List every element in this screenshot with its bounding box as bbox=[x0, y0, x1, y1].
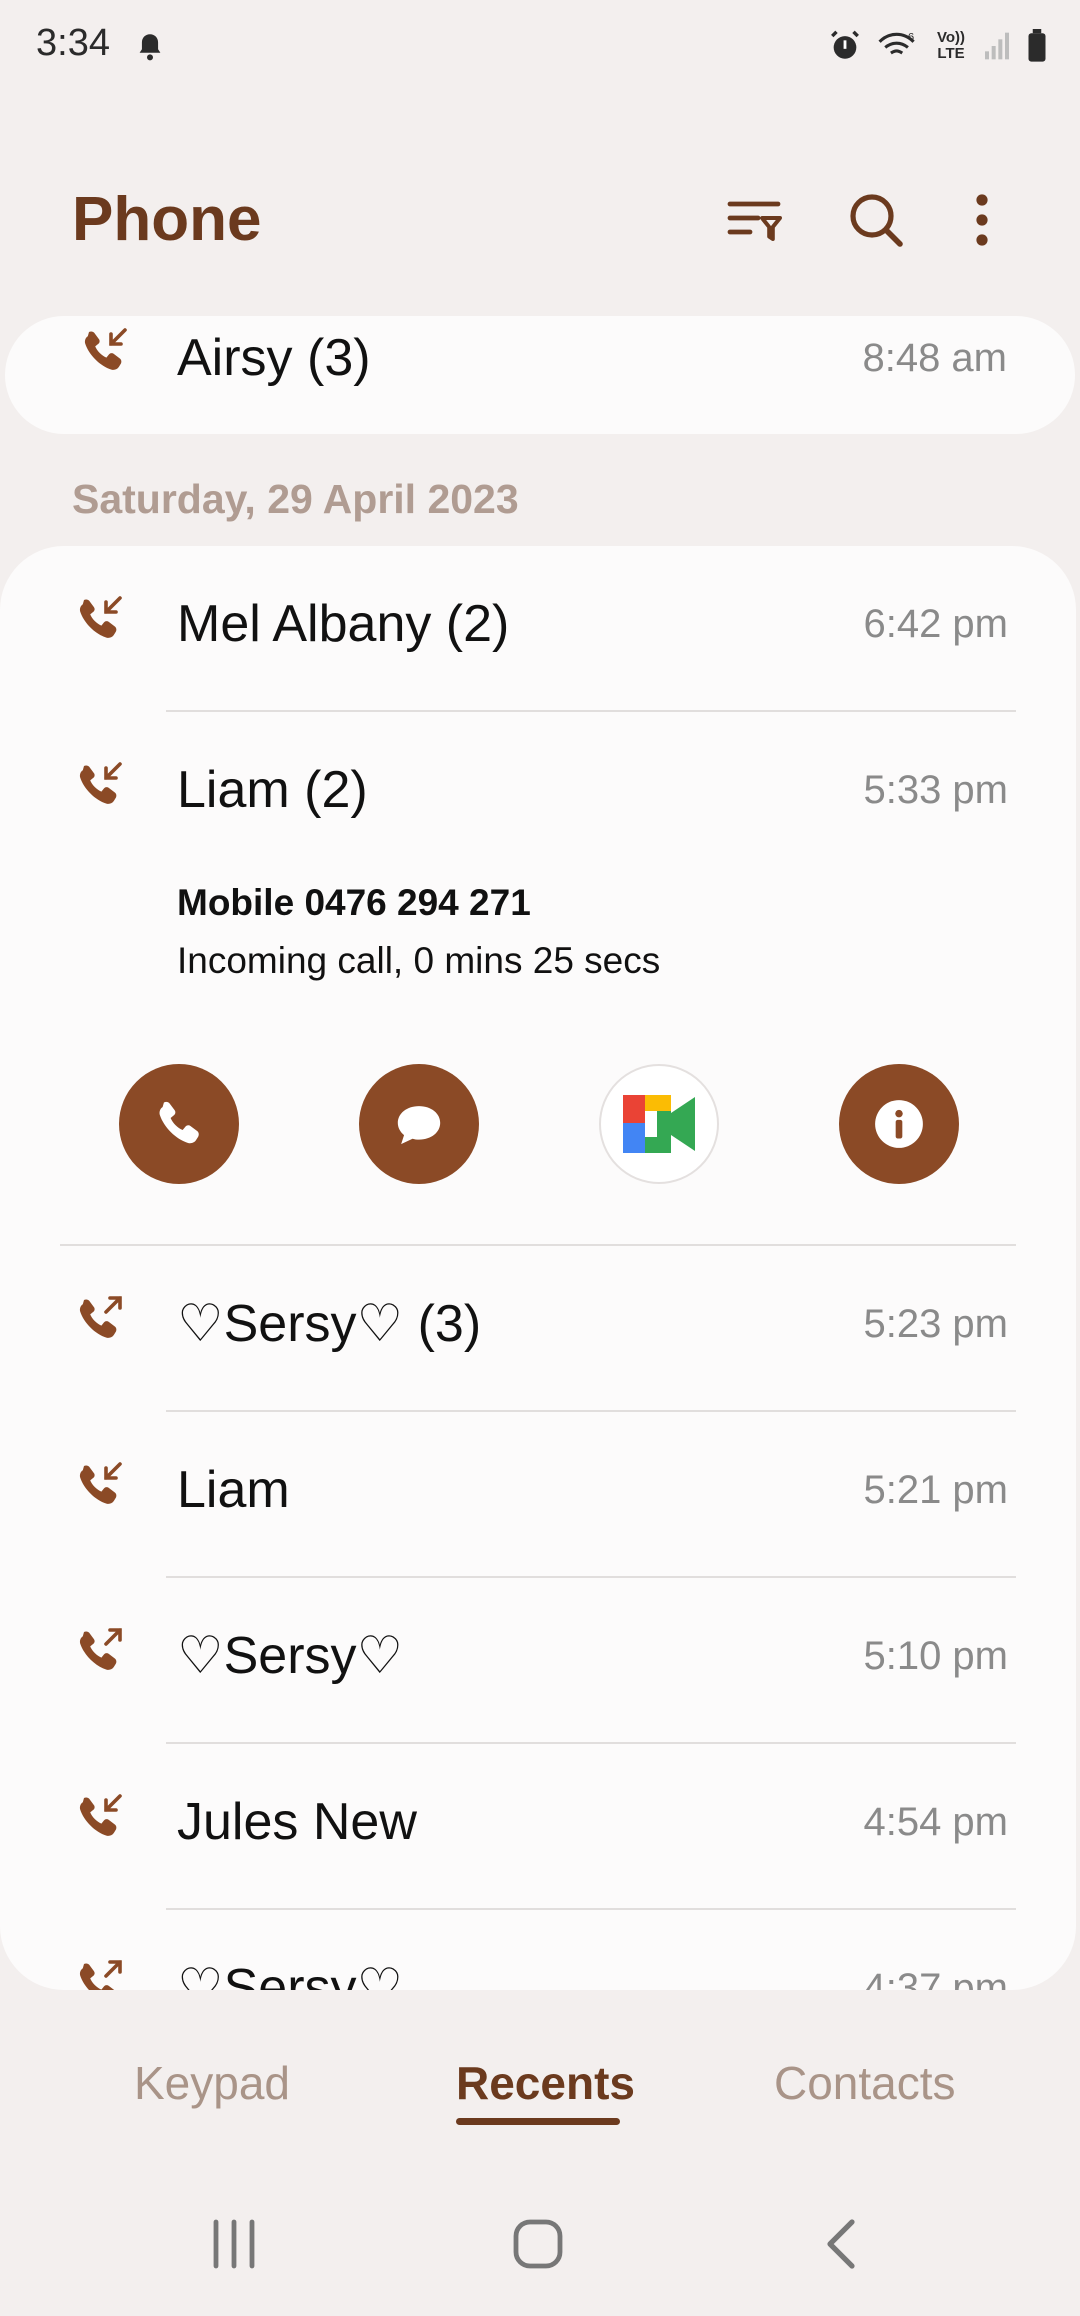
call-time: 5:10 pm bbox=[863, 1634, 1008, 1678]
info-button[interactable] bbox=[839, 1064, 959, 1184]
list-item[interactable]: ♡Sersy♡ 5:10 pm bbox=[0, 1578, 1076, 1744]
outgoing-call-icon bbox=[79, 1296, 122, 1338]
phone-number: Mobile 0476 294 271 bbox=[177, 882, 531, 923]
outgoing-call-icon bbox=[79, 1628, 122, 1670]
home-icon[interactable] bbox=[510, 2216, 566, 2272]
phone-icon bbox=[159, 1101, 199, 1144]
date-header: Saturday, 29 April 2023 bbox=[72, 476, 519, 522]
tab-recents[interactable]: Recents bbox=[456, 2056, 635, 2110]
list-item[interactable]: Liam 5:21 pm bbox=[0, 1412, 1076, 1578]
search-icon[interactable] bbox=[846, 190, 906, 250]
active-tab-indicator bbox=[456, 2118, 620, 2125]
call-time: 5:21 pm bbox=[863, 1468, 1008, 1512]
contact-name: Liam (2) bbox=[177, 761, 368, 819]
notification-bell-icon bbox=[139, 34, 161, 61]
recent-calls-list: Mel Albany (2) 6:42 pm Liam (2) 5:33 pm … bbox=[0, 546, 1076, 1990]
list-item[interactable]: Mel Albany (2) 6:42 pm bbox=[0, 546, 1076, 712]
status-time: 3:34 bbox=[36, 22, 110, 64]
call-button[interactable] bbox=[119, 1064, 239, 1184]
contact-name: ♡Sersy♡ bbox=[177, 1959, 404, 1990]
list-item[interactable]: ♡Sersy♡ (3) 5:23 pm bbox=[0, 1246, 1076, 1412]
recent-call-card[interactable]: Airsy (3) 8:48 am bbox=[5, 316, 1075, 434]
contact-name: ♡Sersy♡ (3) bbox=[177, 1295, 482, 1353]
network-label: Vo)) LTE bbox=[936, 29, 966, 62]
alarm-icon bbox=[831, 30, 859, 59]
contact-name: Liam bbox=[177, 1461, 290, 1519]
recent-apps-icon[interactable] bbox=[208, 2216, 260, 2272]
google-meet-icon bbox=[623, 1095, 695, 1153]
incoming-call-icon bbox=[79, 596, 122, 638]
incoming-call-icon bbox=[84, 328, 127, 370]
list-item-expanded[interactable]: Liam (2) 5:33 pm Mobile 0476 294 271 Inc… bbox=[0, 712, 1076, 1246]
info-icon bbox=[875, 1100, 923, 1148]
tab-contacts[interactable]: Contacts bbox=[774, 2056, 956, 2110]
battery-icon bbox=[1028, 29, 1046, 62]
call-time: 6:42 pm bbox=[863, 602, 1008, 646]
call-time: 8:48 am bbox=[862, 336, 1007, 380]
contact-name: ♡Sersy♡ bbox=[177, 1627, 404, 1685]
filter-icon[interactable] bbox=[724, 190, 784, 250]
contact-name: Jules New bbox=[177, 1793, 417, 1851]
page-title: Phone bbox=[72, 185, 262, 254]
more-options-icon[interactable] bbox=[952, 190, 1012, 250]
call-time: 4:54 pm bbox=[863, 1800, 1008, 1844]
call-time: 5:33 pm bbox=[863, 768, 1008, 812]
contact-name: Mel Albany (2) bbox=[177, 595, 510, 653]
status-icons: 6 Vo)) LTE bbox=[828, 26, 1048, 66]
incoming-call-icon bbox=[79, 762, 122, 804]
message-icon bbox=[397, 1106, 441, 1145]
outgoing-call-icon bbox=[79, 1960, 122, 1990]
back-icon[interactable] bbox=[816, 2216, 868, 2272]
incoming-call-icon bbox=[79, 1462, 122, 1504]
message-button[interactable] bbox=[359, 1064, 479, 1184]
call-time: 4:37 pm bbox=[863, 1966, 1008, 1990]
incoming-call-icon bbox=[79, 1794, 122, 1836]
video-call-button[interactable] bbox=[599, 1064, 719, 1184]
wifi-icon: 6 bbox=[878, 31, 915, 55]
contact-name: Airsy (3) bbox=[177, 329, 371, 387]
list-item[interactable]: ♡Sersy♡ 4:37 pm bbox=[0, 1910, 1076, 1990]
list-item[interactable]: Jules New 4:54 pm bbox=[0, 1744, 1076, 1910]
signal-icon bbox=[985, 32, 1009, 60]
tab-keypad[interactable]: Keypad bbox=[134, 2056, 290, 2110]
svg-text:6: 6 bbox=[908, 31, 914, 43]
call-time: 5:23 pm bbox=[863, 1302, 1008, 1346]
call-details: Incoming call, 0 mins 25 secs bbox=[177, 940, 661, 981]
